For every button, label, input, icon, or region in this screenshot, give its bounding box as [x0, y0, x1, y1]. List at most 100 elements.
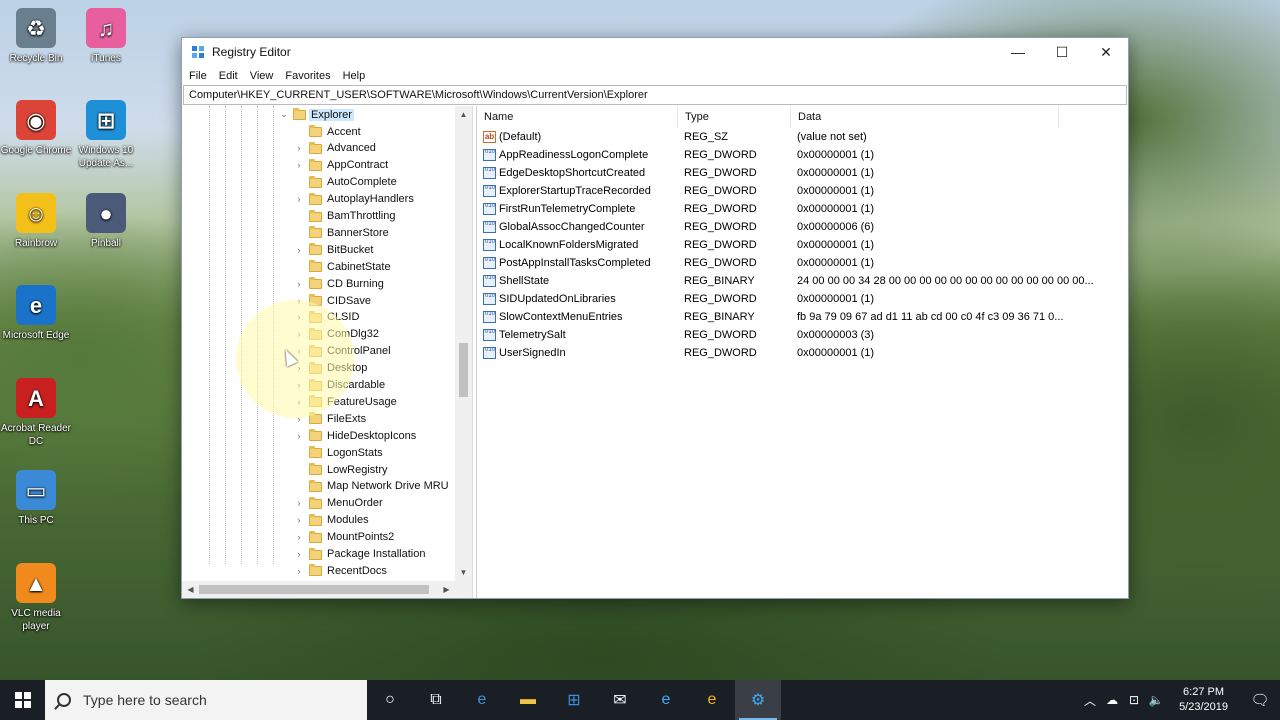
tree-item[interactable]: CabinetState: [182, 258, 455, 275]
tree-item[interactable]: › RecentDocs: [182, 562, 455, 579]
menu-edit[interactable]: Edit: [213, 70, 244, 82]
registry-value-row[interactable]: 010110TelemetrySalt REG_DWORD 0x00000003 (…: [477, 326, 1128, 344]
file-explorer-icon[interactable]: ▬: [505, 680, 551, 720]
registry-value-row[interactable]: ab (Default) REG_SZ (value not set): [477, 128, 1128, 146]
menu-file[interactable]: File: [183, 70, 213, 82]
tree-item[interactable]: › Modules: [182, 512, 455, 529]
registry-value-row[interactable]: 010110ExplorerStartupTraceRecorded REG_DW…: [477, 182, 1128, 200]
tree-item[interactable]: › CLSID: [182, 309, 455, 326]
tree-item[interactable]: BamThrottling: [182, 208, 455, 225]
registry-value-row[interactable]: 010110AppReadinessLogonComplete REG_DWORD…: [477, 146, 1128, 164]
column-header-name[interactable]: Name: [477, 106, 678, 128]
tree-horizontal-scrollbar[interactable]: ◀ ▶: [182, 581, 455, 598]
chevron-right-icon[interactable]: ›: [294, 498, 304, 508]
address-bar[interactable]: Computer\HKEY_CURRENT_USER\SOFTWARE\Micr…: [183, 85, 1127, 105]
registry-value-row[interactable]: 010110SIDUpdatedOnLibraries REG_DWORD 0x00…: [477, 290, 1128, 308]
tree-item-explorer[interactable]: ⌄ Explorer: [182, 106, 455, 123]
chevron-right-icon[interactable]: ›: [294, 414, 304, 424]
tree-item[interactable]: › Package Installation: [182, 546, 455, 563]
registry-value-row[interactable]: 010110SlowContextMenuEntries REG_BINARY fb…: [477, 308, 1128, 326]
menu-view[interactable]: View: [244, 70, 280, 82]
tree-item[interactable]: › MenuOrder: [182, 495, 455, 512]
menu-help[interactable]: Help: [337, 70, 372, 82]
tree-scroll-thumb[interactable]: [459, 343, 468, 397]
scroll-right-arrow-icon[interactable]: ▶: [438, 581, 455, 598]
tree-item[interactable]: › Desktop: [182, 360, 455, 377]
tree-item[interactable]: › AutoplayHandlers: [182, 191, 455, 208]
internet-explorer-icon[interactable]: e: [643, 680, 689, 720]
scroll-up-arrow-icon[interactable]: ▲: [455, 106, 472, 123]
desktop-shortcut[interactable]: ▲ VLC media player: [0, 563, 72, 633]
registry-value-row[interactable]: 010110FirstRunTelemetryComplete REG_DWORD…: [477, 200, 1128, 218]
registry-value-row[interactable]: 010110LocalKnownFoldersMigrated REG_DWORD…: [477, 236, 1128, 254]
minimize-button[interactable]: —: [996, 38, 1040, 66]
registry-editor-taskbar-icon[interactable]: ⚙: [735, 680, 781, 720]
scroll-down-arrow-icon[interactable]: ▼: [455, 564, 472, 581]
store-icon[interactable]: ⊞: [551, 680, 597, 720]
registry-value-row[interactable]: 010110EdgeDesktopShortcutCreated REG_DWOR…: [477, 164, 1128, 182]
tree-item[interactable]: › CIDSave: [182, 292, 455, 309]
tree-item[interactable]: › HideDesktopIcons: [182, 427, 455, 444]
tree-item[interactable]: › ComDlg32: [182, 326, 455, 343]
volume-icon[interactable]: 🔈: [1145, 693, 1167, 707]
registry-value-row[interactable]: 010110GlobalAssocChangedCounter REG_DWORD…: [477, 218, 1128, 236]
chevron-right-icon[interactable]: ›: [294, 143, 304, 153]
chevron-right-icon[interactable]: ›: [294, 380, 304, 390]
tree-item[interactable]: LowRegistry: [182, 461, 455, 478]
taskbar-search-box[interactable]: Type here to search: [45, 680, 367, 720]
tree-item[interactable]: AutoComplete: [182, 174, 455, 191]
tree-item[interactable]: › CD Burning: [182, 275, 455, 292]
tree-item[interactable]: › FeatureUsage: [182, 393, 455, 410]
action-center-icon[interactable]: 🗨: [1240, 691, 1280, 709]
onedrive-cloud-icon[interactable]: ☁: [1101, 693, 1123, 707]
menu-favorites[interactable]: Favorites: [279, 70, 336, 82]
column-header-data[interactable]: Data: [791, 106, 1059, 128]
tree-item[interactable]: › BitBucket: [182, 241, 455, 258]
registry-value-row[interactable]: 010110ShellState REG_BINARY 24 00 00 00 34…: [477, 272, 1128, 290]
tree-item[interactable]: LogonStats: [182, 444, 455, 461]
chevron-right-icon[interactable]: ›: [294, 160, 304, 170]
chevron-right-icon[interactable]: ›: [294, 549, 304, 559]
tree-item[interactable]: BannerStore: [182, 224, 455, 241]
chevron-right-icon[interactable]: ›: [294, 194, 304, 204]
desktop-shortcut[interactable]: A Acrobat Reader DC: [0, 378, 72, 448]
scroll-left-arrow-icon[interactable]: ◀: [182, 581, 199, 598]
edge-taskbar-icon[interactable]: e: [459, 680, 505, 720]
chevron-right-icon[interactable]: ›: [294, 431, 304, 441]
tree-vertical-scrollbar[interactable]: ▲ ▼: [455, 106, 472, 581]
registry-value-row[interactable]: 010110UserSignedIn REG_DWORD 0x00000001 (1…: [477, 344, 1128, 362]
network-icon[interactable]: ⊡: [1123, 693, 1145, 707]
registry-value-row[interactable]: 010110PostAppInstallTasksCompleted REG_DW…: [477, 254, 1128, 272]
tree-item[interactable]: › AppContract: [182, 157, 455, 174]
tree-item[interactable]: › ControlPanel: [182, 343, 455, 360]
desktop-shortcut[interactable]: ♫ iTunes: [70, 8, 142, 65]
chevron-right-icon[interactable]: ›: [294, 296, 304, 306]
tree-item[interactable]: Accent: [182, 123, 455, 140]
desktop-shortcut[interactable]: ♻ Recycle Bin: [0, 8, 72, 65]
desktop-shortcut[interactable]: ☺ Rainbrow: [0, 193, 72, 250]
title-bar[interactable]: Registry Editor — ☐ ✕: [182, 38, 1128, 66]
start-button[interactable]: [0, 680, 45, 720]
maximize-button[interactable]: ☐: [1040, 38, 1084, 66]
chevron-right-icon[interactable]: ›: [294, 397, 304, 407]
mail-icon[interactable]: ✉: [597, 680, 643, 720]
desktop-shortcut[interactable]: ● Pinball: [70, 193, 142, 250]
tree-item[interactable]: › FileExts: [182, 410, 455, 427]
tree-item[interactable]: › Advanced: [182, 140, 455, 157]
chevron-right-icon[interactable]: ›: [294, 312, 304, 322]
close-button[interactable]: ✕: [1084, 38, 1128, 66]
desktop-shortcut[interactable]: ▭ This PC: [0, 470, 72, 527]
clock[interactable]: 6:27 PM 5/23/2019: [1167, 685, 1240, 715]
chevron-right-icon[interactable]: ›: [294, 515, 304, 525]
column-header-type[interactable]: Type: [678, 106, 791, 128]
chevron-right-icon[interactable]: ›: [294, 566, 304, 576]
chevron-down-icon[interactable]: ⌄: [279, 109, 289, 120]
chevron-right-icon[interactable]: ›: [294, 245, 304, 255]
ie-alt-icon[interactable]: e: [689, 680, 735, 720]
show-hidden-icons-chevron-icon[interactable]: ︿: [1079, 692, 1101, 709]
tree-item[interactable]: Map Network Drive MRU: [182, 478, 455, 495]
desktop-shortcut[interactable]: ◉ Google Chrome: [0, 100, 72, 157]
tree-item[interactable]: › Discardable: [182, 377, 455, 394]
chevron-right-icon[interactable]: ›: [294, 532, 304, 542]
chevron-right-icon[interactable]: ›: [294, 363, 304, 373]
